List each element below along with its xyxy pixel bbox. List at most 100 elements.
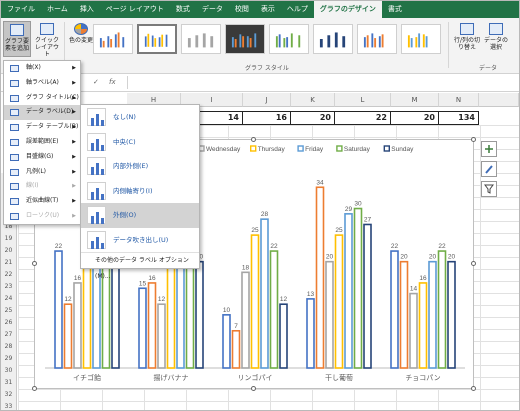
legend-swatch[interactable] [249,145,257,152]
change-colors-button[interactable]: 色の変更 [67,21,95,57]
data-label[interactable]: 25 [251,227,259,234]
chart-element-menu-item[interactable]: データ テーブル(B) ▶ [4,120,80,135]
data-label[interactable]: 20 [448,254,456,261]
bar[interactable] [279,303,288,369]
bar[interactable] [315,186,325,369]
chart-element-menu-item[interactable]: 軸(X) ▶ [4,61,80,76]
row-header[interactable]: 22 [1,269,17,281]
data-label[interactable]: 22 [270,243,278,250]
row-header[interactable]: 19 [1,233,17,245]
tab-help[interactable]: ヘルプ [281,1,314,18]
fx-icon[interactable]: fx [109,78,116,86]
resize-handle[interactable] [251,137,256,142]
bar[interactable] [138,287,147,369]
data-label-option[interactable]: 外側(O) [81,203,199,228]
resize-handle[interactable] [32,386,37,391]
formula-input[interactable] [127,76,517,89]
bar[interactable] [260,218,269,369]
tab-formulas[interactable]: 数式 [170,1,196,18]
total-cell[interactable]: 20 [291,112,335,124]
legend-label[interactable]: Sunday [391,146,414,153]
bar[interactable] [73,282,82,369]
chart-style-7[interactable] [357,24,397,54]
data-label-option[interactable]: 中央(C) [81,130,199,155]
bar[interactable] [447,260,456,369]
chart-style-5[interactable] [269,24,309,54]
chart-element-menu-item[interactable]: 目盛線(G) ▶ [4,150,80,165]
legend-label[interactable]: Friday [305,146,324,153]
data-label[interactable]: 28 [261,211,269,218]
tab-format[interactable]: 書式 [382,1,408,18]
bar[interactable] [353,207,363,369]
bar[interactable] [269,250,279,369]
chart-element-menu-item[interactable]: 誤差範囲(E) ▶ [4,135,80,150]
legend-swatch[interactable] [297,145,304,152]
legend-swatch[interactable] [336,145,343,152]
data-label[interactable]: 20 [429,254,437,261]
data-label[interactable]: 16 [148,275,156,282]
data-label[interactable]: 22 [391,243,399,250]
row-header[interactable]: 28 [1,341,17,353]
row-header[interactable]: 32 [1,389,17,401]
data-label-option[interactable]: なし(N) [81,105,199,130]
tab-chart-design[interactable]: グラフのデザイン [313,1,382,18]
more-data-label-options[interactable]: その他のデータ ラベル オプション(M)... [81,252,199,280]
tab-review[interactable]: 校閲 [229,1,255,18]
chart-style-8[interactable] [401,24,441,54]
category-label[interactable]: イチゴ飴 [73,373,101,382]
bar[interactable] [437,250,447,369]
column-header-m[interactable]: M [391,93,439,107]
bar[interactable] [306,298,315,369]
bar[interactable] [409,292,418,369]
data-label[interactable]: 29 [345,206,353,213]
total-cell[interactable]: 22 [335,112,391,124]
chart-element-menu-item[interactable]: 軸ラベル(A) ▶ [4,76,80,91]
data-label[interactable]: 22 [438,243,446,250]
bar[interactable] [418,282,428,369]
column-header-n[interactable]: N [439,93,479,107]
bar[interactable] [363,223,372,369]
row-header[interactable]: 23 [1,281,17,293]
column-header-j[interactable]: J [243,93,291,107]
legend-label[interactable]: Wednesday [206,146,241,153]
bar[interactable] [325,260,334,369]
bar[interactable] [428,260,437,369]
tab-home[interactable]: ホーム [41,1,74,18]
total-cell[interactable]: 20 [391,112,439,124]
total-cell[interactable]: 16 [243,112,291,124]
data-label[interactable]: 18 [242,264,250,271]
tab-data[interactable]: データ [196,1,229,18]
resize-handle[interactable] [32,261,37,266]
add-chart-element-button[interactable]: グラフ要素を追加 [3,21,31,57]
row-header[interactable]: 30 [1,365,17,377]
chart-element-menu-item[interactable]: 凡例(L) ▶ [4,165,80,180]
category-label[interactable]: チョコパン [405,374,440,382]
resize-handle[interactable] [471,386,476,391]
bar[interactable] [334,234,344,369]
chart-style-6[interactable] [313,24,353,54]
data-label[interactable]: 27 [364,216,372,223]
bar[interactable] [344,213,353,369]
data-label[interactable]: 16 [419,275,427,282]
data-label-option[interactable]: 内部外側(E) [81,154,199,179]
data-label[interactable]: 14 [410,286,418,293]
total-cell[interactable]: 134 [439,112,479,124]
data-label[interactable]: 20 [400,254,408,261]
column-header-blank[interactable] [479,93,519,107]
legend-label[interactable]: Thursday [258,146,286,153]
bar[interactable] [399,260,409,369]
legend-label[interactable]: Saturday [344,146,371,153]
data-label-option[interactable]: 内側軸寄り(I) [81,179,199,204]
quick-layout-button[interactable]: クイックレイアウト [33,21,61,58]
data-label[interactable]: 25 [335,227,343,234]
data-label[interactable]: 12 [64,296,72,303]
bar[interactable] [241,271,250,369]
chart-style-4[interactable] [225,24,265,54]
row-header[interactable]: 20 [1,245,17,257]
chart-element-menu-item[interactable]: ローソク(U) ▶ [4,209,80,224]
bar[interactable] [250,234,260,369]
data-label[interactable]: 12 [158,296,166,303]
data-label[interactable]: 20 [326,254,334,261]
chart-styles-brush-button[interactable] [481,161,497,177]
resize-handle[interactable] [471,261,476,266]
